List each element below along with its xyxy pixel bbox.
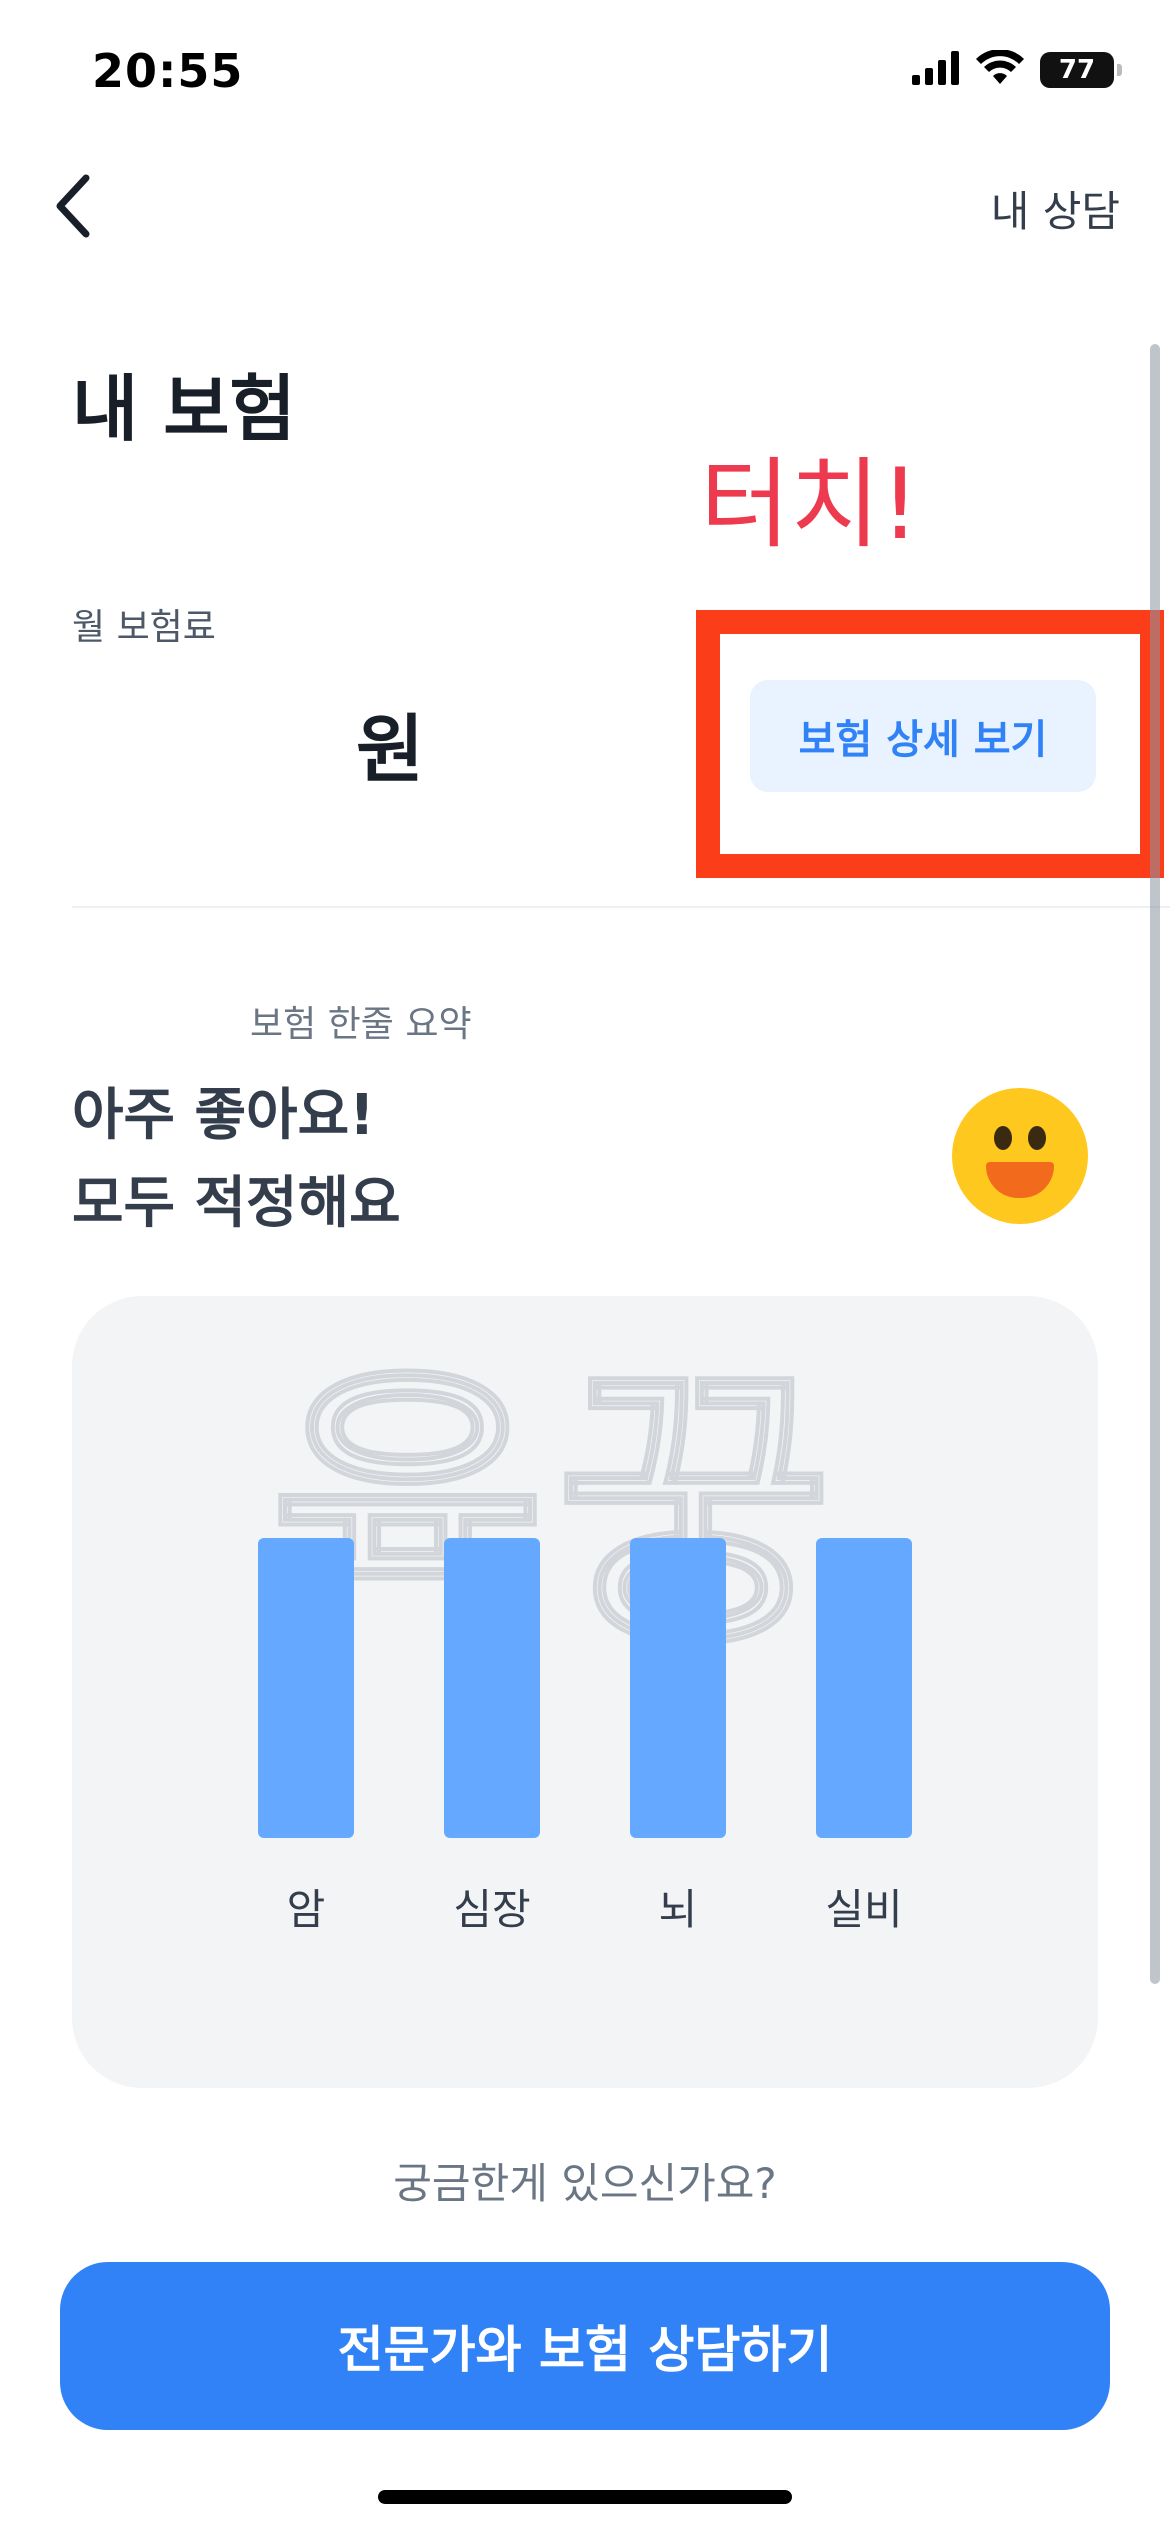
page-title: 내 보험 [72,367,296,451]
monthly-premium-label: 월 보험료 [72,607,216,648]
chevron-left-icon [56,174,90,238]
insurance-detail-button[interactable]: 보험 상세 보기 [750,680,1096,792]
status-time: 20:55 [92,44,244,98]
touch-annotation: 터치! [700,448,920,562]
coverage-bar [258,1538,354,1838]
my-consultation-link[interactable]: 내 상담 [991,178,1120,239]
smiley-face-icon [952,1088,1088,1224]
battery-icon: 77 [1040,52,1122,88]
monthly-premium-value: 원 [356,707,425,793]
coverage-bar-label: 실비 [825,1885,903,1934]
question-text: 궁금한게 있으신가요? [393,2159,777,2208]
watermark: 육꿍 [268,1337,842,1690]
coverage-bar-label: 뇌 [658,1885,698,1934]
status-icons: 77 [912,49,1122,90]
coverage-bar-label: 암 [286,1885,326,1934]
summary-subline: 모두 적정해요 [72,1171,401,1236]
wifi-icon [976,49,1024,90]
scrollbar[interactable] [1150,344,1160,1984]
cellular-signal-icon [912,51,960,89]
back-button[interactable] [46,166,106,246]
section-divider [72,906,1170,908]
coverage-bar-label: 심장 [453,1885,531,1934]
consult-expert-button[interactable]: 전문가와 보험 상담하기 [60,2262,1110,2430]
home-indicator [378,2490,792,2504]
summary-headline: 아주 좋아요! [72,1083,375,1148]
coverage-bar [444,1538,540,1838]
summary-label: 보험 한줄 요약 [250,1004,472,1045]
coverage-bar [630,1538,726,1838]
coverage-bar [816,1538,912,1838]
battery-level: 77 [1058,55,1096,85]
